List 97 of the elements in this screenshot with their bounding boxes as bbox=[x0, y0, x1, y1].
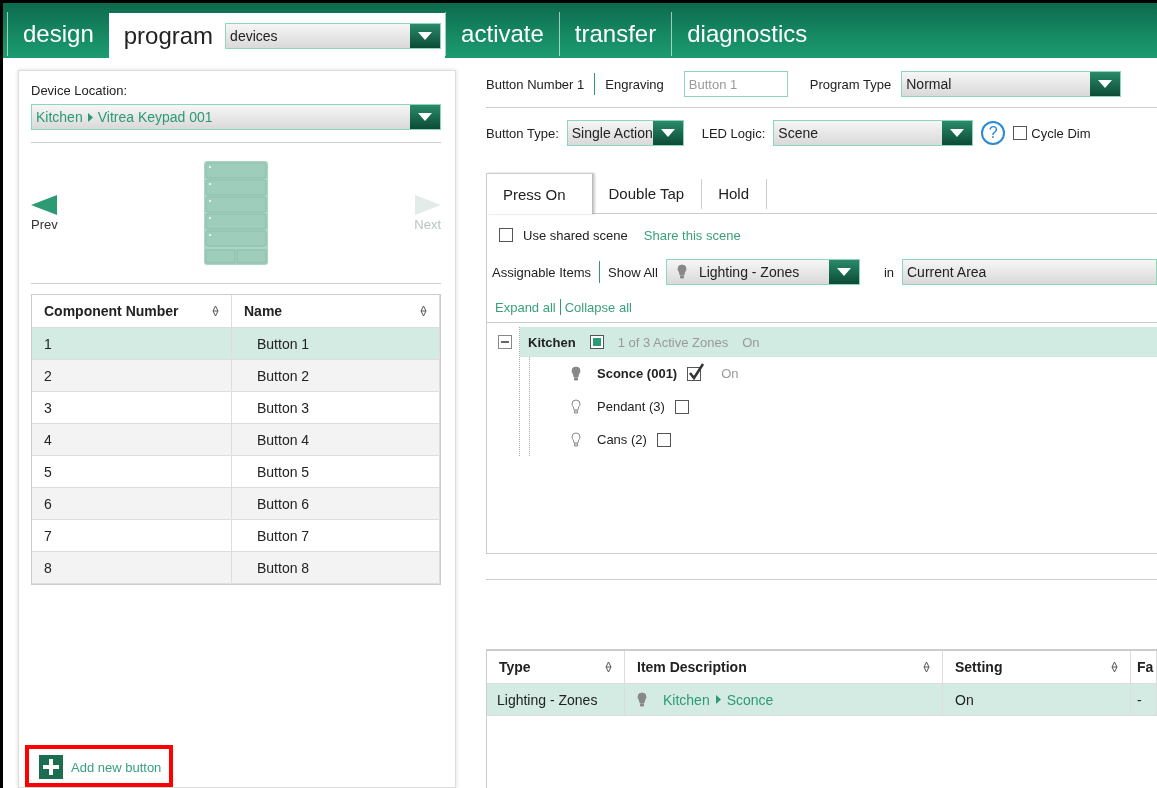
nav-tab[interactable]: activate bbox=[445, 12, 559, 56]
zone-status: On bbox=[721, 366, 739, 381]
table-cell: 8 bbox=[32, 552, 232, 583]
program-type-dropdown[interactable]: Normal bbox=[901, 71, 1122, 97]
zone-summary: 1 of 3 Active Zones bbox=[617, 334, 729, 350]
caret-icon bbox=[1090, 72, 1121, 96]
sort-icon[interactable] bbox=[923, 661, 930, 673]
table-row[interactable]: Lighting - Zones Kitchen Sconce On - bbox=[487, 684, 1157, 716]
bulb-icon bbox=[571, 398, 581, 415]
prev-button[interactable]: Prev bbox=[31, 194, 58, 232]
column-header[interactable]: Fa bbox=[1131, 651, 1157, 683]
field-label: Assignable Items bbox=[492, 264, 591, 280]
field-label: Program Type bbox=[809, 76, 892, 92]
checkbox[interactable] bbox=[589, 335, 604, 349]
table-cell: Button 7 bbox=[232, 520, 440, 551]
sort-icon[interactable] bbox=[212, 305, 219, 317]
table-cell: 1 bbox=[32, 328, 232, 359]
table-cell: Button 4 bbox=[232, 424, 440, 455]
checkbox[interactable] bbox=[499, 228, 513, 242]
table-cell: Button 1 bbox=[232, 328, 440, 359]
left-arrow-icon bbox=[31, 194, 58, 215]
column-header[interactable]: Name bbox=[232, 295, 440, 327]
caret-icon bbox=[410, 105, 440, 129]
checkbox-label: Use shared scene bbox=[523, 227, 628, 243]
led-logic-dropdown[interactable]: Scene bbox=[773, 120, 974, 146]
table-cell: Button 8 bbox=[232, 552, 440, 583]
checkbox[interactable] bbox=[656, 432, 671, 447]
field-label: Device Location: bbox=[31, 83, 129, 98]
help-icon[interactable]: ? bbox=[981, 121, 1006, 145]
checkbox[interactable] bbox=[1013, 126, 1028, 140]
tab[interactable]: Hold bbox=[702, 178, 767, 209]
column-header[interactable]: Component Number bbox=[32, 295, 232, 327]
table-cell: - bbox=[1131, 684, 1157, 715]
button-type-dropdown[interactable]: Single Action bbox=[566, 120, 684, 146]
table-cell: Kitchen Sconce bbox=[625, 684, 943, 715]
nav-tab[interactable]: diagnostics bbox=[671, 12, 823, 56]
collapse-icon[interactable] bbox=[498, 335, 512, 349]
table-cell: Lighting - Zones bbox=[487, 684, 625, 715]
area-dropdown[interactable]: Current Area bbox=[902, 259, 1157, 285]
checkbox[interactable] bbox=[687, 366, 702, 381]
path-separator-icon bbox=[715, 695, 721, 704]
table-cell: 7 bbox=[32, 520, 232, 551]
sort-icon[interactable] bbox=[605, 661, 612, 673]
table-cell: 2 bbox=[32, 360, 232, 391]
plus-icon bbox=[39, 755, 63, 779]
table-row[interactable]: 7 Button 7 bbox=[32, 520, 440, 552]
table-row[interactable]: 8 Button 8 bbox=[32, 552, 440, 584]
table-cell: 3 bbox=[32, 392, 232, 423]
table-row[interactable]: 4 Button 4 bbox=[32, 424, 440, 456]
checkbox[interactable] bbox=[674, 399, 689, 414]
table-cell: 6 bbox=[32, 488, 232, 519]
table-cell: Button 2 bbox=[232, 360, 440, 391]
nav-tab[interactable]: program devices bbox=[108, 13, 446, 58]
zone-name: Cans (2) bbox=[597, 432, 647, 447]
bulb-icon bbox=[571, 365, 581, 382]
bulb-icon bbox=[571, 431, 581, 448]
field-label: Button Type: bbox=[486, 125, 559, 141]
right-arrow-icon bbox=[414, 194, 441, 215]
bulb-icon bbox=[637, 691, 647, 708]
column-header[interactable]: Setting bbox=[943, 651, 1131, 683]
table-row[interactable]: 6 Button 6 bbox=[32, 488, 440, 520]
category-dropdown[interactable]: Lighting - Zones bbox=[665, 259, 860, 285]
table-cell: On bbox=[943, 684, 1131, 715]
sort-icon[interactable] bbox=[1111, 661, 1118, 673]
tab[interactable]: Press On bbox=[486, 173, 593, 214]
table-row[interactable]: 1 Button 1 bbox=[32, 328, 440, 360]
tab[interactable]: Double Tap bbox=[592, 178, 703, 209]
checkbox-label: Cycle Dim bbox=[1031, 125, 1091, 141]
bulb-icon bbox=[676, 264, 687, 280]
table-row[interactable]: 5 Button 5 bbox=[32, 456, 440, 488]
table-cell: Button 3 bbox=[232, 392, 440, 423]
zone-name: Sconce (001) bbox=[597, 366, 678, 381]
field-label: LED Logic: bbox=[701, 125, 766, 141]
caret-icon bbox=[652, 121, 683, 145]
column-header[interactable]: Item Description bbox=[625, 651, 943, 683]
table-row[interactable]: 3 Button 3 bbox=[32, 392, 440, 424]
view-dropdown[interactable]: devices bbox=[225, 22, 442, 49]
zone-group-name: Kitchen bbox=[528, 334, 576, 350]
path-separator-icon bbox=[87, 112, 93, 122]
zone-status: On bbox=[742, 334, 760, 350]
nav-tab[interactable]: transfer bbox=[558, 12, 672, 56]
nav-tab[interactable]: design bbox=[7, 12, 109, 56]
field-label: Show All bbox=[608, 264, 658, 280]
caret-icon bbox=[410, 23, 441, 48]
zone-name: Pendant (3) bbox=[597, 399, 665, 414]
field-label: Engraving bbox=[605, 76, 664, 92]
sort-icon[interactable] bbox=[420, 305, 427, 317]
table-cell: Button 5 bbox=[232, 456, 440, 487]
caret-icon bbox=[828, 260, 859, 284]
column-header[interactable]: Type bbox=[487, 651, 625, 683]
field-label: in bbox=[883, 264, 894, 280]
table-cell: 5 bbox=[32, 456, 232, 487]
table-cell: 4 bbox=[32, 424, 232, 455]
table-row[interactable]: 2 Button 2 bbox=[32, 360, 440, 392]
button-number: Button Number 1 bbox=[486, 76, 585, 92]
caret-icon bbox=[942, 121, 973, 145]
table-cell: Button 6 bbox=[232, 488, 440, 519]
